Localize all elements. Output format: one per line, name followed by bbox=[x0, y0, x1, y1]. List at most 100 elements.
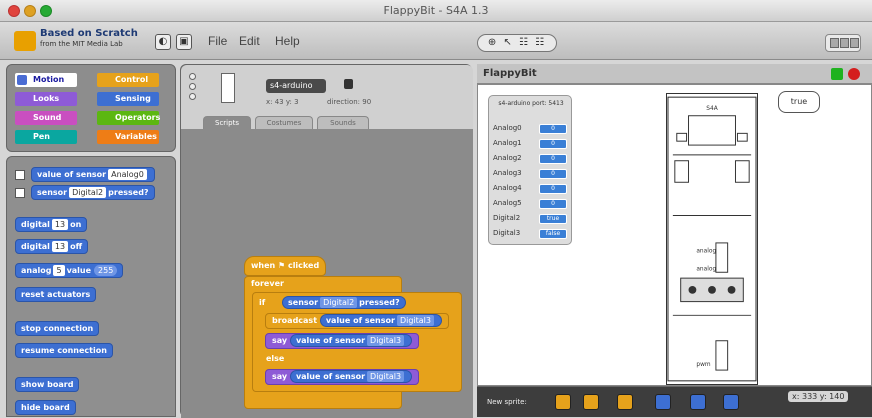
script-pane: s4-arduino x: 43 y: 3 direction: 90 Scri… bbox=[180, 64, 473, 418]
small-stage-icon[interactable] bbox=[830, 38, 839, 48]
green-flag-icon[interactable] bbox=[831, 68, 843, 80]
project-title: FlappyBit bbox=[483, 68, 537, 79]
category-motion[interactable]: Motion bbox=[15, 73, 77, 87]
palette-block-sensor-pressed[interactable]: sensor Digital2 pressed? bbox=[31, 185, 155, 200]
block-palette: value of sensor Analog0 sensor Digital2 pre… bbox=[6, 156, 176, 417]
sprite-direction: direction: 90 bbox=[327, 98, 372, 106]
stop-sign-icon[interactable] bbox=[848, 68, 860, 80]
sprite-thumbnail bbox=[221, 73, 235, 103]
category-variables-label: Variables bbox=[115, 132, 157, 141]
watcher-label-analog1: Analog1 bbox=[493, 139, 522, 147]
watcher-label-analog3: Analog3 bbox=[493, 169, 522, 177]
watcher-checkbox[interactable] bbox=[15, 170, 25, 180]
view-mode-toggle[interactable] bbox=[825, 34, 861, 52]
menu-file[interactable]: File bbox=[208, 34, 227, 48]
stage-tools[interactable]: ⊕ ↖ ☷ ☷ bbox=[477, 34, 557, 52]
arduino-board-sprite[interactable]: S4A analog analog pwm bbox=[666, 93, 758, 385]
sensor-board-watcher[interactable]: s4-arduino port: 5413 Analog0 0 Analog1 … bbox=[488, 95, 572, 245]
category-control[interactable]: Control bbox=[97, 73, 159, 87]
category-variables[interactable]: Variables bbox=[97, 130, 159, 144]
category-looks-label: Looks bbox=[33, 94, 60, 103]
rotate-icon[interactable] bbox=[189, 73, 196, 80]
board-label-analog-1: analog bbox=[696, 249, 716, 255]
watcher-label-analog5: Analog5 bbox=[493, 199, 522, 207]
tab-costumes[interactable]: Costumes bbox=[255, 116, 313, 129]
tab-scripts[interactable]: Scripts bbox=[203, 116, 251, 129]
else-label: else bbox=[266, 354, 285, 363]
sprite-name-field[interactable]: s4-arduino bbox=[266, 79, 326, 93]
palette-block-hide-board[interactable]: hide board bbox=[15, 400, 76, 415]
menu-bar: Based on Scratch from the MIT Media Lab … bbox=[0, 22, 872, 60]
watcher-value-analog5: 0 bbox=[539, 199, 567, 209]
broadcast-block[interactable]: broadcast value of sensor Digital3 bbox=[265, 313, 449, 329]
stage-header: FlappyBit bbox=[477, 64, 872, 84]
save-disk-icon[interactable]: ▣ bbox=[176, 34, 192, 50]
broadcast-value-oval[interactable]: value of sensor Digital3 bbox=[319, 314, 442, 327]
presentation-icon[interactable] bbox=[850, 38, 859, 48]
watcher-value-analog3: 0 bbox=[539, 169, 567, 179]
watcher-checkbox[interactable] bbox=[15, 188, 25, 198]
board-sprite-icon-3[interactable] bbox=[723, 394, 739, 410]
palette-block-digital-off[interactable]: digital 13 off bbox=[15, 239, 89, 254]
menu-edit[interactable]: Edit bbox=[239, 34, 260, 48]
watcher-value-digital3: false bbox=[539, 229, 567, 239]
board-sprite-icon-2[interactable] bbox=[690, 394, 706, 410]
category-motion-label: Motion bbox=[33, 75, 65, 84]
category-sensing[interactable]: Sensing bbox=[97, 92, 159, 106]
palette-block-value-of-sensor[interactable]: value of sensor Analog0 bbox=[31, 167, 155, 182]
paint-new-sprite-icon[interactable] bbox=[555, 394, 571, 410]
watcher-label-digital3: Digital3 bbox=[493, 229, 521, 237]
flip-icon[interactable] bbox=[189, 83, 196, 90]
choose-sprite-file-icon[interactable] bbox=[583, 394, 599, 410]
category-operators[interactable]: Operators bbox=[97, 111, 161, 125]
category-looks[interactable]: Looks bbox=[15, 92, 77, 106]
watcher-label-analog0: Analog0 bbox=[493, 124, 522, 132]
say-block-if[interactable]: say value of sensor Digital3 bbox=[265, 333, 420, 349]
category-operators-label: Operators bbox=[115, 113, 161, 122]
rotation-style-buttons bbox=[189, 73, 197, 109]
menu-help[interactable]: Help bbox=[275, 34, 300, 48]
palette-block-show-board[interactable]: show board bbox=[15, 377, 80, 392]
random-sprite-icon[interactable] bbox=[617, 394, 633, 410]
window-title: FlappyBit - S4A 1.3 bbox=[383, 4, 489, 17]
say-value-oval[interactable]: value of sensor Digital3 bbox=[289, 334, 413, 347]
category-control-label: Control bbox=[115, 75, 149, 84]
stage[interactable]: s4-arduino port: 5413 Analog0 0 Analog1 … bbox=[477, 84, 872, 386]
watcher-value-analog0: 0 bbox=[539, 124, 567, 134]
language-globe-icon[interactable]: ◐ bbox=[155, 34, 171, 50]
normal-stage-icon[interactable] bbox=[840, 38, 849, 48]
watcher-label-analog2: Analog2 bbox=[493, 154, 522, 162]
board-label-top: S4A bbox=[706, 106, 717, 112]
hat-block-green-flag[interactable]: when ⚑ clicked bbox=[244, 256, 327, 276]
palette-block-stop-connection[interactable]: stop connection bbox=[15, 321, 100, 336]
palette-block-digital-on[interactable]: digital 13 on bbox=[15, 217, 88, 232]
board-label-bottom: pwm bbox=[696, 362, 711, 368]
condition-sensor-pressed[interactable]: sensor Digital2 pressed? bbox=[282, 296, 406, 309]
mouse-coords-readout: x: 333 y: 140 bbox=[788, 391, 849, 402]
category-panel: Motion Control Looks Sensing Sound Opera… bbox=[6, 64, 176, 152]
watcher-value-analog1: 0 bbox=[539, 139, 567, 149]
watcher-value-analog4: 0 bbox=[539, 184, 567, 194]
sprite-info: s4-arduino x: 43 y: 3 direction: 90 Scri… bbox=[181, 65, 473, 129]
palette-block-reset-actuators[interactable]: reset actuators bbox=[15, 287, 97, 302]
no-rotate-icon[interactable] bbox=[189, 93, 196, 100]
title-bar: FlappyBit - S4A 1.3 bbox=[0, 0, 872, 22]
watcher-label-analog4: Analog4 bbox=[493, 184, 522, 192]
speech-bubble: true bbox=[778, 91, 820, 113]
script-area[interactable]: when ⚑ clicked forever if sensor Digital2… bbox=[181, 129, 473, 418]
category-sound[interactable]: Sound bbox=[15, 111, 77, 125]
category-sound-label: Sound bbox=[33, 113, 62, 122]
watcher-label-digital2: Digital2 bbox=[493, 214, 521, 222]
tab-sounds[interactable]: Sounds bbox=[317, 116, 369, 129]
lock-icon[interactable] bbox=[344, 79, 353, 89]
logo-subtitle: from the MIT Media Lab bbox=[40, 40, 123, 48]
board-sprite-icon-1[interactable] bbox=[655, 394, 671, 410]
palette-block-resume-connection[interactable]: resume connection bbox=[15, 343, 113, 358]
sprite-coords: x: 43 y: 3 bbox=[266, 98, 299, 106]
say-block-else[interactable]: say value of sensor Digital3 bbox=[265, 369, 420, 385]
category-pen[interactable]: Pen bbox=[15, 130, 77, 144]
scratch-logo-icon bbox=[14, 31, 36, 51]
watcher-value-analog2: 0 bbox=[539, 154, 567, 164]
palette-block-analog-value[interactable]: analog 5 value 255 bbox=[15, 263, 124, 278]
say-value-oval[interactable]: value of sensor Digital3 bbox=[289, 370, 413, 383]
